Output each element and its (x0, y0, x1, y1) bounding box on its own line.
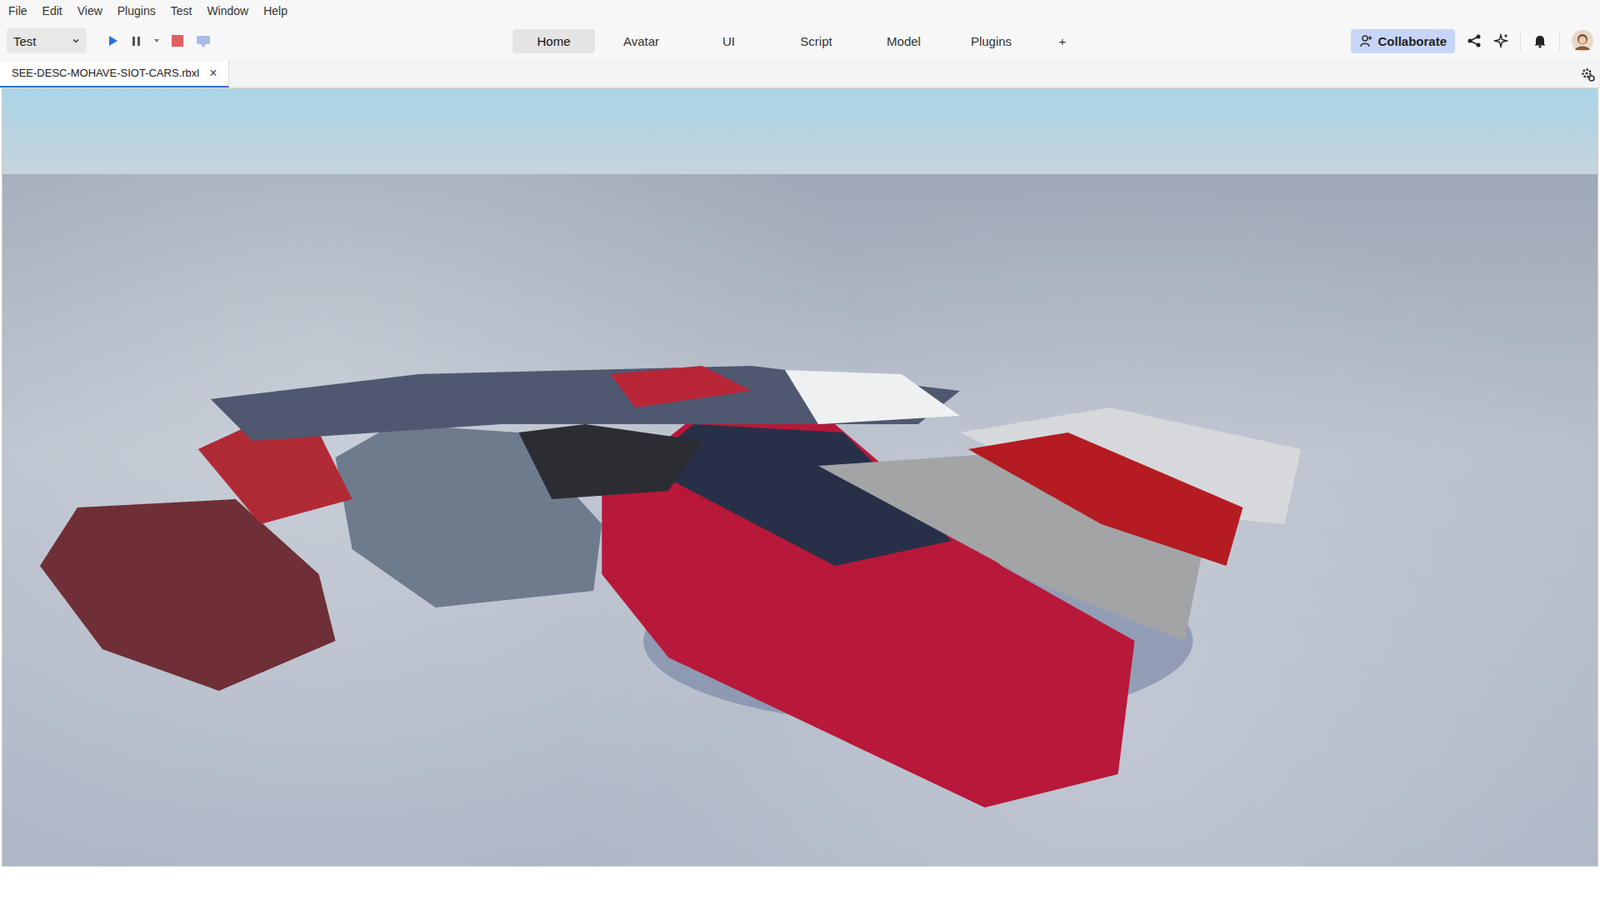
toolbar: Test HomeAvatarUIScriptModelPlugins + Co… (0, 21, 1600, 60)
share-icon[interactable] (1466, 33, 1482, 49)
pause-icon[interactable] (130, 33, 144, 49)
ribbon-tab[interactable]: Plugins (950, 29, 1033, 54)
collaborate-button[interactable]: Collaborate (1350, 29, 1455, 54)
device-emulator-icon[interactable] (195, 33, 212, 49)
menu-item[interactable]: Plugins (117, 4, 156, 18)
studio-window: File Edit View Plugins Test Window Help Test H… (0, 0, 1600, 900)
viewport-settings-icon[interactable] (1580, 66, 1595, 82)
ground (2, 174, 1598, 866)
pause-options-icon[interactable] (153, 37, 160, 45)
document-tab-bar: SEE-DESC-MOHAVE-SIOT-CARS.rbxl × (0, 60, 1600, 89)
add-tab-button[interactable]: + (1037, 29, 1088, 54)
menu-bar: File Edit View Plugins Test Window Help (0, 0, 1600, 22)
menu-item[interactable]: Help (263, 4, 288, 18)
menu-item[interactable]: View (77, 4, 103, 18)
stop-icon[interactable] (170, 33, 185, 49)
parked-cars (2, 174, 1598, 866)
close-tab-button[interactable]: × (209, 65, 217, 81)
chevron-down-icon (71, 36, 80, 45)
ribbon-tabs: HomeAvatarUIScriptModelPlugins + (512, 29, 1088, 54)
ribbon-tab[interactable]: Model (862, 29, 945, 54)
avatar-icon[interactable] (1571, 30, 1594, 52)
document-tab[interactable]: SEE-DESC-MOHAVE-SIOT-CARS.rbxl × (0, 60, 230, 88)
sparkle-icon[interactable] (1493, 33, 1509, 49)
menu-item[interactable]: File (8, 4, 28, 18)
play-icon[interactable] (105, 33, 120, 49)
ribbon-tab[interactable]: Home (512, 29, 595, 54)
bell-icon[interactable] (1532, 33, 1548, 49)
person-add-icon (1359, 34, 1373, 48)
config-dropdown[interactable]: Test (6, 28, 87, 54)
menu-item[interactable]: Edit (42, 4, 63, 18)
3d-viewport[interactable] (1, 88, 1599, 867)
ribbon-tab[interactable]: Avatar (600, 29, 683, 54)
ribbon-tab[interactable]: Script (775, 29, 858, 54)
ribbon-tab[interactable]: UI (687, 29, 770, 54)
menu-item[interactable]: Test (170, 4, 193, 18)
menu-item[interactable]: Window (206, 4, 249, 18)
sky (2, 89, 1598, 175)
